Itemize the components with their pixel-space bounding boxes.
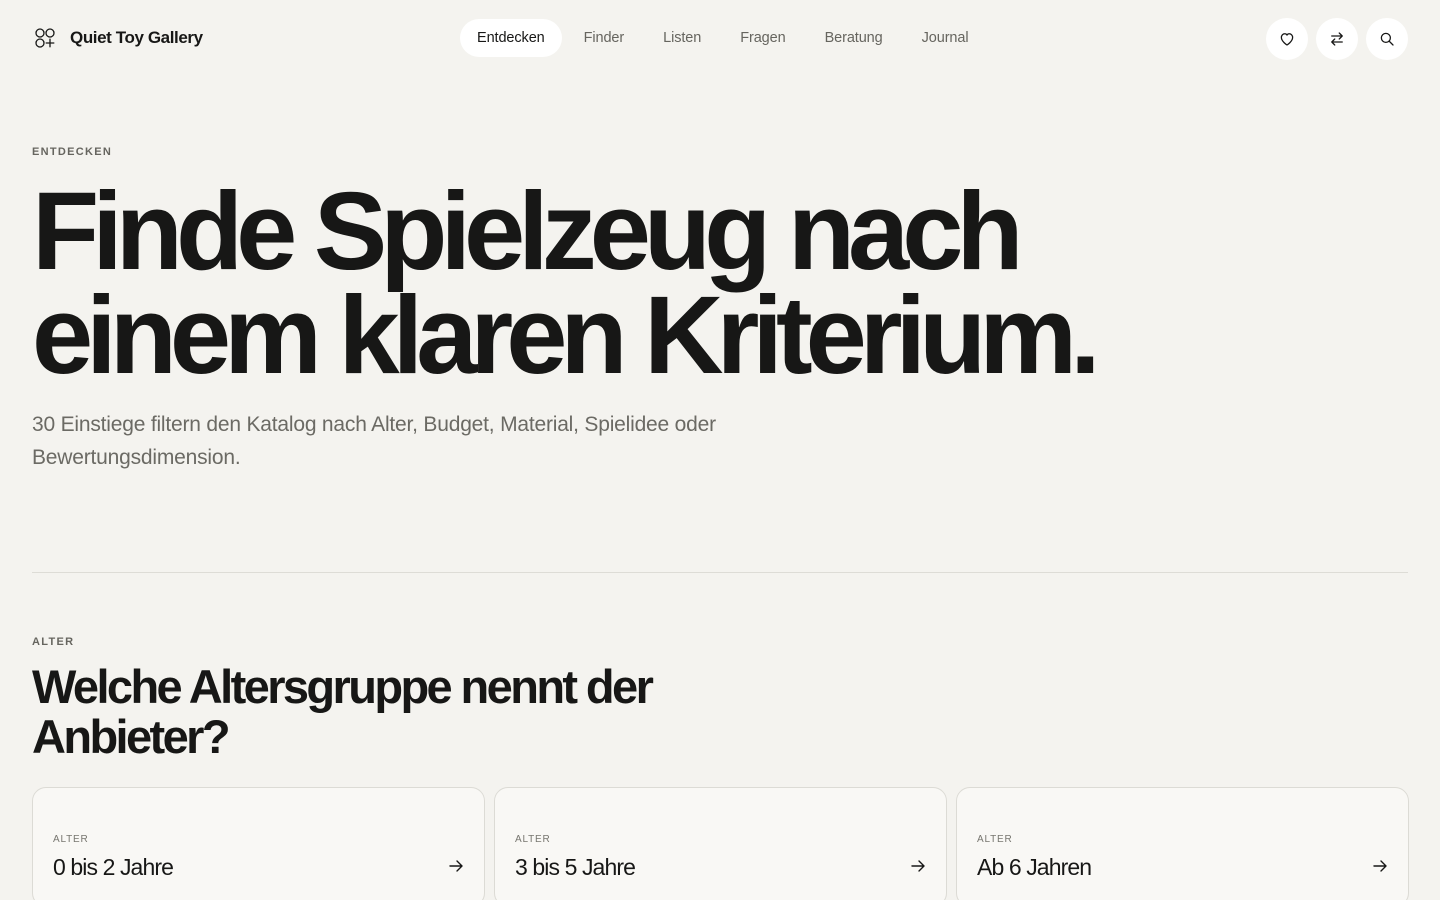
compare-arrows-icon xyxy=(1331,32,1343,46)
brand-name: Quiet Toy Gallery xyxy=(70,28,203,47)
nav-item-journal[interactable]: Journal xyxy=(905,19,986,57)
heart-icon xyxy=(1280,33,1294,46)
arrow-right-icon xyxy=(911,860,925,872)
arrow-right-icon xyxy=(449,860,463,872)
nav-item-entdecken[interactable]: Entdecken xyxy=(460,19,562,57)
nav-item-finder[interactable]: Finder xyxy=(567,19,642,57)
age-card-list: ALTER 0 bis 2 Jahre ALTER 3 bis 5 Jahre … xyxy=(32,787,1409,900)
search-button[interactable] xyxy=(1366,18,1408,60)
main-nav: Entdecken Finder Listen Fragen Beratung … xyxy=(460,19,990,57)
age-card-6-plus[interactable]: ALTER Ab 6 Jahren xyxy=(956,787,1409,900)
arrow-right-icon xyxy=(1373,860,1387,872)
brand-logo-icon xyxy=(35,28,55,48)
card-label: ALTER xyxy=(977,834,1013,845)
hero-title: Finde Spielzeug nach einem klaren Kriter… xyxy=(32,177,1182,391)
section-title-line-1: Welche Altersgruppe nennt der xyxy=(32,660,654,713)
page: Quiet Toy Gallery Entdecken Finder Liste… xyxy=(0,0,1440,900)
search-icon xyxy=(1380,32,1394,46)
age-card-3-5[interactable]: ALTER 3 bis 5 Jahre xyxy=(494,787,947,900)
hero-lead: 30 Einstiege filtern den Katalog nach Al… xyxy=(32,408,792,474)
favorites-button[interactable] xyxy=(1266,18,1308,60)
hero-title-line-2: einem klaren Kriterium. xyxy=(32,274,1101,397)
card-title: Ab 6 Jahren xyxy=(977,854,1092,880)
brand-link[interactable]: Quiet Toy Gallery xyxy=(34,26,203,50)
card-label: ALTER xyxy=(53,834,89,845)
age-card-0-2[interactable]: ALTER 0 bis 2 Jahre xyxy=(32,787,485,900)
section-title-line-2: Anbieter? xyxy=(32,710,231,763)
section-divider xyxy=(32,572,1408,573)
hero-lead-line-1: 30 Einstiege filtern den Katalog nach Al… xyxy=(32,413,716,436)
card-title: 3 bis 5 Jahre xyxy=(515,854,636,880)
hero-lead-line-2: Bewertungsdimension. xyxy=(32,446,241,469)
hero-eyebrow: ENTDECKEN xyxy=(32,146,113,158)
site-header: Quiet Toy Gallery Entdecken Finder Liste… xyxy=(0,0,1440,76)
section-title: Welche Altersgruppe nennt der Anbieter? xyxy=(32,662,752,762)
card-title: 0 bis 2 Jahre xyxy=(53,854,174,880)
section-eyebrow: ALTER xyxy=(32,636,75,648)
compare-button[interactable] xyxy=(1316,18,1358,60)
nav-item-fragen[interactable]: Fragen xyxy=(723,19,802,57)
card-label: ALTER xyxy=(515,834,551,845)
nav-item-beratung[interactable]: Beratung xyxy=(808,19,900,57)
nav-item-listen[interactable]: Listen xyxy=(646,19,718,57)
header-actions xyxy=(1266,18,1408,60)
